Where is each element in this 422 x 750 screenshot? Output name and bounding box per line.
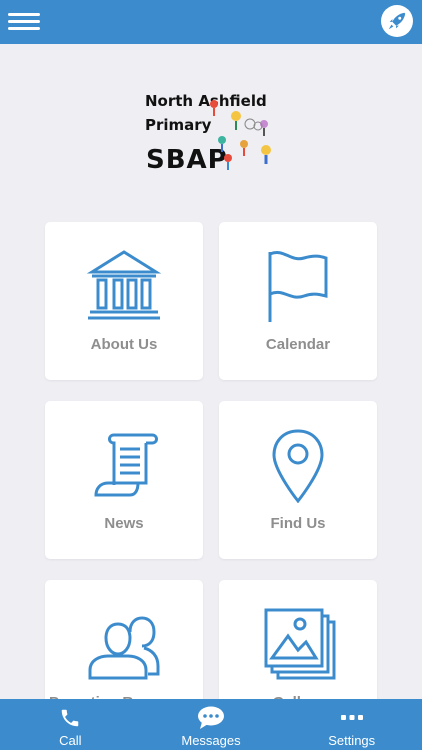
scroll-icon xyxy=(94,433,158,497)
tile-find-us[interactable]: Find Us xyxy=(219,401,377,559)
nav-settings[interactable]: Settings xyxy=(281,699,422,750)
tile-calendar[interactable]: Calendar xyxy=(219,222,377,380)
phone-icon xyxy=(62,709,79,727)
tile-label: Calendar xyxy=(265,336,331,353)
nav-call[interactable]: Call xyxy=(0,699,141,750)
nav-label: Call xyxy=(59,733,82,748)
people-icon xyxy=(88,616,160,680)
chat-bubble-icon xyxy=(198,706,224,729)
tile-about-us[interactable]: About Us xyxy=(45,222,203,380)
hamburger-menu-icon[interactable] xyxy=(8,9,40,35)
tile-news[interactable]: News xyxy=(45,401,203,559)
map-pin-icon xyxy=(272,429,324,503)
top-bar xyxy=(0,0,422,44)
more-dots-icon xyxy=(340,715,363,720)
flag-icon xyxy=(268,251,328,322)
tile-label: News xyxy=(104,515,144,532)
school-logo: North Ashfield Primary SBAP xyxy=(140,88,290,183)
gallery-icon xyxy=(264,608,336,680)
nav-messages[interactable]: Messages xyxy=(141,699,282,750)
children-illustration xyxy=(210,100,271,170)
nav-label: Messages xyxy=(181,733,241,748)
rocket-icon[interactable] xyxy=(381,5,413,37)
nav-label: Settings xyxy=(328,733,376,748)
tile-label: Find Us xyxy=(270,515,326,532)
tile-label: About Us xyxy=(90,336,158,353)
building-icon xyxy=(86,250,162,320)
bottom-nav: Call Messages Settings xyxy=(0,699,422,750)
